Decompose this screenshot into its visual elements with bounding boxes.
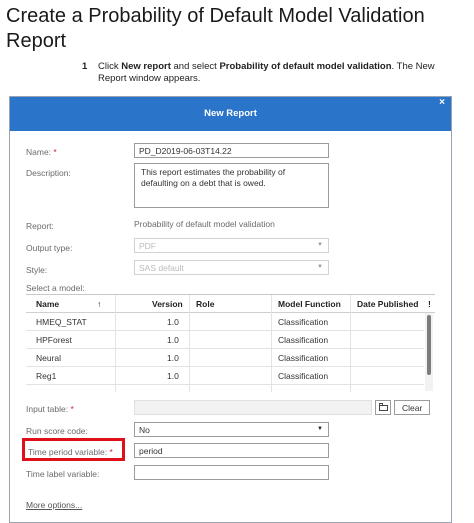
report-value: Probability of default model validation	[134, 219, 275, 229]
close-icon[interactable]: ×	[439, 97, 445, 108]
table-row[interactable]: HMEQ_STAT 1.0 Classification	[26, 313, 424, 331]
name-label: Name: *	[26, 147, 57, 157]
model-table: Name ↑ Version Role Model Function Date …	[26, 294, 435, 392]
name-input[interactable]: PD_D2019-06-03T14.22	[134, 143, 329, 158]
chevron-down-icon: ▼	[317, 264, 323, 270]
output-type-label: Output type:	[26, 243, 73, 253]
table-row[interactable]: HPForest 1.0 Classification	[26, 331, 424, 349]
table-row[interactable]: Neural 1.0 Classification	[26, 349, 424, 367]
table-scrollbar[interactable]	[425, 313, 433, 391]
new-report-dialog: New Report × Name: * PD_D2019-06-03T14.2…	[9, 96, 452, 523]
time-period-label: Time period variable: *	[28, 447, 113, 457]
browse-button[interactable]	[375, 400, 391, 415]
description-label: Description:	[26, 168, 71, 178]
clear-button[interactable]: Clear	[394, 400, 431, 415]
more-options-link[interactable]: More options...	[26, 500, 82, 510]
input-table-label: Input table: *	[26, 404, 74, 414]
step-number: 1	[82, 61, 88, 72]
col-header-function[interactable]: Model Function	[278, 299, 341, 309]
table-row[interactable]: Reg1 1.0 Classification	[26, 367, 424, 385]
col-header-version[interactable]: Version	[152, 299, 183, 309]
select-model-label: Select a model:	[26, 283, 85, 293]
chevron-down-icon: ▼	[317, 426, 323, 432]
pd-validation-emphasis: Probability of default model validation	[219, 61, 392, 72]
column-options-icon[interactable]: !	[428, 299, 431, 309]
dialog-title: New Report	[204, 108, 257, 119]
input-table-field[interactable]	[134, 400, 372, 415]
time-period-input[interactable]: period	[134, 443, 329, 458]
run-score-select[interactable]: No ▼	[134, 422, 329, 437]
time-label-label: Time label variable:	[26, 469, 100, 479]
step-text: Click New report and select Probability …	[98, 61, 435, 84]
chevron-down-icon: ▼	[317, 242, 323, 248]
col-header-date[interactable]: Date Published	[357, 299, 418, 309]
style-label: Style:	[26, 265, 48, 275]
description-textarea[interactable]: This report estimates the probability of…	[134, 163, 329, 208]
page-title: Create a Probability of Default Model Va…	[6, 5, 425, 52]
new-report-emphasis: New report	[121, 61, 171, 72]
style-select[interactable]: SAS default ▼	[134, 260, 329, 275]
run-score-label: Run score code:	[26, 426, 88, 436]
output-type-select[interactable]: PDF ▼	[134, 238, 329, 253]
dialog-titlebar: New Report ×	[10, 97, 451, 131]
report-label: Report:	[26, 221, 54, 231]
col-header-name[interactable]: Name	[36, 299, 59, 309]
sort-arrow-icon[interactable]: ↑	[97, 299, 101, 309]
scrollbar-thumb[interactable]	[427, 315, 431, 375]
col-header-role[interactable]: Role	[196, 299, 214, 309]
time-label-input[interactable]	[134, 465, 329, 480]
table-header: Name ↑ Version Role Model Function Date …	[26, 295, 435, 313]
